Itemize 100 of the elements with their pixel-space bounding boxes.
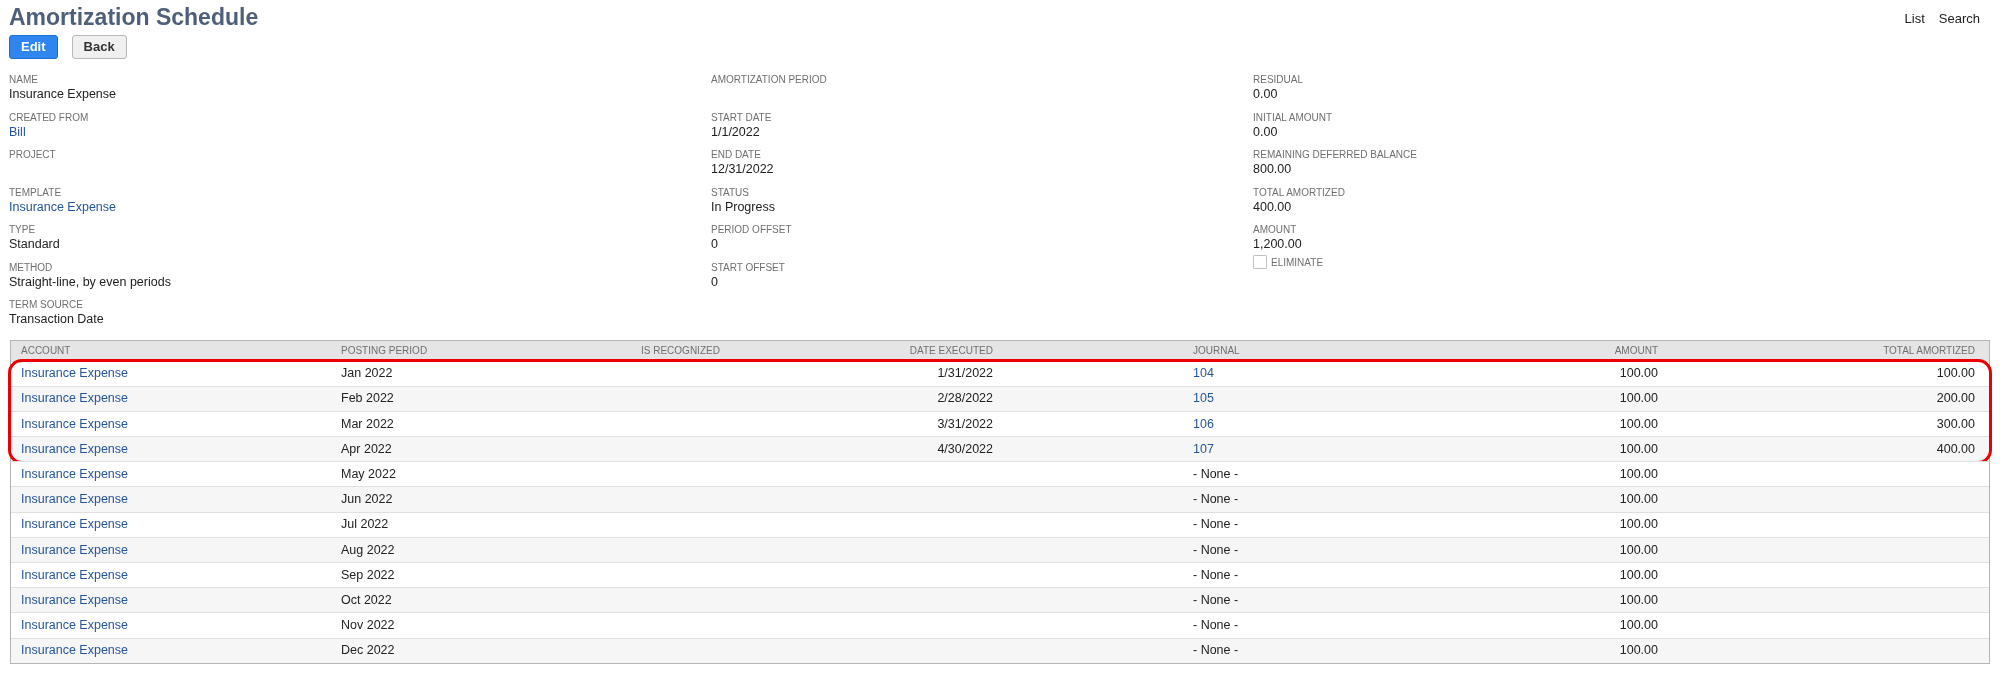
field-value: 12/31/2022 — [711, 161, 774, 177]
account-link[interactable]: Insurance Expense — [21, 416, 128, 431]
table-cell: Dec 2022 — [341, 643, 395, 658]
field-value: 1,200.00 — [1253, 236, 1302, 252]
column-header: DATE EXECUTED — [909, 345, 993, 357]
table-cell: 100.00 — [1619, 416, 1658, 431]
field-label: METHOD — [9, 260, 53, 274]
field-label: AMORTIZATION PERIOD — [711, 73, 827, 86]
field-value: 0 — [711, 273, 718, 290]
field-value: In Progress — [711, 198, 775, 215]
field-label: INITIAL AMOUNT — [1253, 110, 1333, 124]
column-header: IS RECOGNIZED — [641, 345, 720, 357]
field-label: RESIDUAL — [1253, 73, 1303, 86]
account-link[interactable]: Insurance Expense — [21, 517, 128, 532]
table-cell: Apr 2022 — [341, 441, 392, 456]
field-label: END DATE — [711, 148, 761, 161]
account-link[interactable]: Insurance Expense — [21, 592, 128, 607]
journal-link[interactable]: 105 — [1193, 391, 1214, 406]
column-header: POSTING PERIOD — [341, 345, 428, 357]
field-value: 1/1/2022 — [711, 123, 760, 140]
table-cell: - None - — [1193, 517, 1239, 532]
action-button[interactable]: Back — [71, 35, 127, 59]
account-link[interactable]: Insurance Expense — [21, 542, 128, 557]
account-link[interactable]: Insurance Expense — [21, 391, 128, 406]
field-label: TOTAL AMORTIZED — [1253, 185, 1345, 199]
field-value: 800.00 — [1253, 161, 1292, 177]
field-label: PERIOD OFFSET — [711, 223, 792, 236]
table-cell: 100.00 — [1936, 366, 1975, 381]
table-cell: 100.00 — [1619, 643, 1658, 658]
checkbox[interactable] — [1253, 254, 1267, 269]
field-label: START DATE — [711, 110, 772, 124]
account-link[interactable]: Insurance Expense — [21, 492, 128, 507]
table-cell: 100.00 — [1619, 492, 1658, 507]
table-cell: 100.00 — [1619, 366, 1658, 381]
table-cell: - None - — [1193, 567, 1239, 582]
table-cell: 400.00 — [1936, 441, 1975, 456]
field-label: TERM SOURCE — [9, 298, 83, 311]
field-label: NAME — [9, 73, 38, 86]
table-cell: 1/31/2022 — [937, 366, 993, 381]
table-cell: Jul 2022 — [341, 517, 389, 532]
field-label: TYPE — [9, 223, 36, 236]
table-cell: May 2022 — [341, 466, 396, 481]
table-cell: 3/31/2022 — [937, 416, 993, 431]
table-cell: 100.00 — [1619, 592, 1658, 607]
table-cell: Aug 2022 — [341, 542, 395, 557]
table-cell: Oct 2022 — [341, 592, 392, 607]
table-cell: 4/30/2022 — [937, 441, 993, 456]
column-header: TOTAL AMORTIZED — [1883, 345, 1975, 357]
field-label: STATUS — [711, 185, 749, 199]
action-button[interactable]: Edit — [9, 35, 58, 59]
field-value: 400.00 — [1253, 198, 1292, 215]
column-header: AMOUNT — [1614, 345, 1658, 357]
field-link[interactable]: Bill — [9, 123, 26, 140]
account-link[interactable]: Insurance Expense — [21, 567, 128, 582]
field-value: Insurance Expense — [9, 86, 116, 102]
journal-link[interactable]: 104 — [1193, 366, 1214, 381]
table-cell: Nov 2022 — [341, 618, 395, 633]
field-value: 0.00 — [1253, 86, 1278, 102]
table-cell: Sep 2022 — [341, 567, 395, 582]
table-cell: 100.00 — [1619, 567, 1658, 582]
column-header: ACCOUNT — [21, 345, 71, 357]
table-cell: 100.00 — [1619, 618, 1658, 633]
table-cell: 100.00 — [1619, 441, 1658, 456]
field-value: Straight-line, by even periods — [9, 273, 171, 290]
journal-link[interactable]: 106 — [1193, 416, 1214, 431]
field-value: 0.00 — [1253, 123, 1278, 140]
field-label: PROJECT — [9, 148, 56, 161]
field-value: Transaction Date — [9, 311, 104, 327]
field-label: START OFFSET — [711, 260, 785, 274]
account-link[interactable]: Insurance Expense — [21, 643, 128, 658]
table-cell: Jun 2022 — [341, 492, 393, 507]
nav-link[interactable]: Search — [1938, 9, 1980, 29]
table-cell: 100.00 — [1619, 466, 1658, 481]
column-header: JOURNAL — [1193, 345, 1240, 357]
field-label: REMAINING DEFERRED BALANCE — [1253, 148, 1417, 161]
field-value: Standard — [9, 236, 60, 252]
table-cell: 2/28/2022 — [937, 391, 993, 406]
table-cell: Jan 2022 — [341, 366, 393, 381]
table-cell: 300.00 — [1936, 416, 1975, 431]
account-link[interactable]: Insurance Expense — [21, 618, 128, 633]
nav-link[interactable]: List — [1904, 9, 1925, 29]
account-link[interactable]: Insurance Expense — [21, 441, 128, 456]
table-cell: Feb 2022 — [341, 391, 394, 406]
table-cell: 100.00 — [1619, 517, 1658, 532]
journal-link[interactable]: 107 — [1193, 441, 1214, 456]
table-cell: - None - — [1193, 618, 1239, 633]
table-cell: - None - — [1193, 492, 1239, 507]
table-cell: 100.00 — [1619, 391, 1658, 406]
field-value: 0 — [711, 236, 718, 252]
field-link[interactable]: Insurance Expense — [9, 198, 116, 215]
checkbox-label: ELIMINATE — [1271, 256, 1324, 269]
table-cell: 100.00 — [1619, 542, 1658, 557]
field-label: TEMPLATE — [9, 185, 62, 199]
account-link[interactable]: Insurance Expense — [21, 366, 128, 381]
field-label: CREATED FROM — [9, 110, 89, 124]
field-label: AMOUNT — [1253, 223, 1297, 236]
account-link[interactable]: Insurance Expense — [21, 466, 128, 481]
table-cell: - None - — [1193, 592, 1239, 607]
table-cell: - None - — [1193, 542, 1239, 557]
table-cell: 200.00 — [1936, 391, 1975, 406]
